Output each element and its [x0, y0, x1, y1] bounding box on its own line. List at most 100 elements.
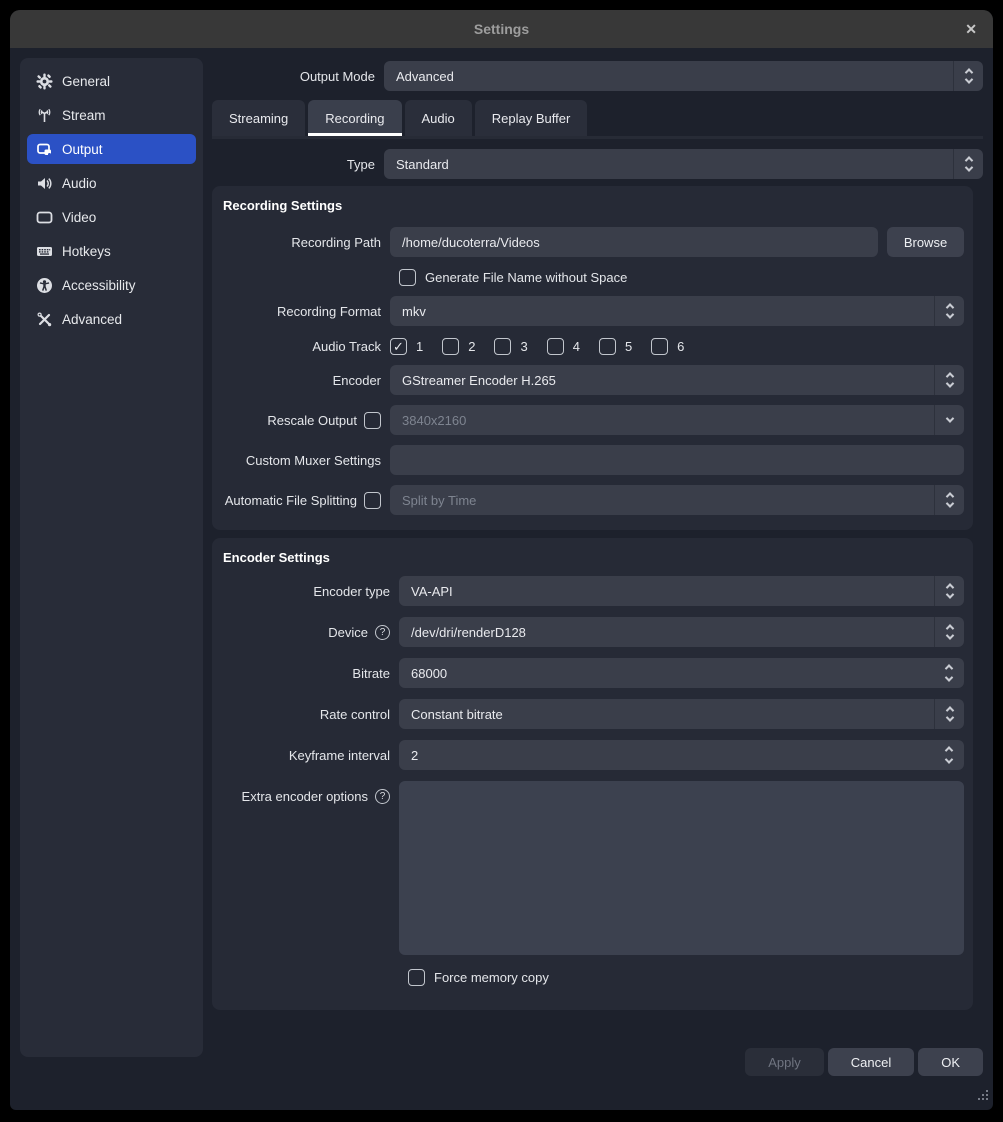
device-value: /dev/dri/renderD128 [399, 617, 934, 647]
encoder-label: Encoder [222, 373, 390, 388]
sidebar-item-advanced[interactable]: Advanced [27, 304, 196, 334]
checkbox-icon[interactable] [599, 338, 616, 355]
device-select[interactable]: /dev/dri/renderD128 [399, 617, 964, 647]
tab-audio[interactable]: Audio [405, 100, 472, 136]
auto-split-select[interactable]: Split by Time [390, 485, 964, 515]
gear-icon [36, 73, 53, 90]
output-tabs: Streaming Recording Audio Replay Buffer [212, 100, 983, 139]
generate-no-space-checkbox[interactable]: Generate File Name without Space [399, 269, 964, 286]
bitrate-spinner[interactable]: 68000 [399, 658, 964, 688]
audio-track-1-checkbox[interactable]: 1 [390, 338, 423, 355]
sidebar-item-general[interactable]: General [27, 66, 196, 96]
checkbox-icon[interactable] [442, 338, 459, 355]
output-mode-row: Output Mode Advanced [212, 61, 983, 91]
resize-grip[interactable] [976, 1089, 989, 1107]
keyboard-icon [36, 243, 53, 260]
type-value: Standard [384, 149, 953, 179]
speaker-icon [36, 175, 53, 192]
type-row: Type Standard [212, 149, 983, 179]
tab-pane-border [212, 136, 983, 139]
window-title: Settings [474, 21, 529, 37]
keyframe-interval-value: 2 [399, 748, 964, 763]
encoder-settings-title: Encoder Settings [222, 550, 964, 565]
output-icon [36, 141, 53, 158]
rescale-output-text: Rescale Output [267, 413, 357, 428]
rescale-output-select[interactable]: 3840x2160 [390, 405, 964, 435]
device-label: Device ? [222, 625, 399, 640]
extra-options-text: Extra encoder options [242, 789, 368, 804]
output-mode-select[interactable]: Advanced [384, 61, 983, 91]
recording-settings-panel: Recording Settings Recording Path Browse… [212, 186, 973, 530]
rescale-output-checkbox[interactable] [364, 412, 381, 429]
checkbox-icon[interactable] [390, 338, 407, 355]
type-select[interactable]: Standard [384, 149, 983, 179]
audio-track-number: 6 [677, 339, 684, 354]
tab-replay-buffer[interactable]: Replay Buffer [475, 100, 588, 136]
audio-track-6-checkbox[interactable]: 6 [651, 338, 684, 355]
auto-split-value: Split by Time [390, 485, 934, 515]
extra-options-textarea[interactable] [399, 781, 964, 955]
screen: Settings ✕ General Stream [0, 0, 1003, 1122]
keyframe-interval-spinner[interactable]: 2 [399, 740, 964, 770]
recording-settings-title: Recording Settings [222, 198, 964, 213]
auto-split-label: Automatic File Splitting [222, 492, 390, 509]
custom-muxer-input[interactable] [390, 445, 964, 475]
type-label: Type [212, 157, 384, 172]
auto-split-row: Automatic File Splitting Split by Time [222, 485, 964, 515]
checkbox-icon[interactable] [651, 338, 668, 355]
sidebar-item-hotkeys[interactable]: Hotkeys [27, 236, 196, 266]
recording-path-label: Recording Path [222, 235, 390, 250]
force-memory-copy-checkbox[interactable]: Force memory copy [408, 969, 964, 986]
auto-split-checkbox[interactable] [364, 492, 381, 509]
recording-format-select[interactable]: mkv [390, 296, 964, 326]
display-icon [36, 209, 53, 226]
close-icon[interactable]: ✕ [965, 22, 977, 36]
sidebar-item-label: Accessibility [62, 278, 136, 293]
apply-button[interactable]: Apply [745, 1048, 824, 1076]
title-bar[interactable]: Settings ✕ [10, 10, 993, 48]
extra-options-row: Extra encoder options ? [222, 781, 964, 955]
audio-track-5-checkbox[interactable]: 5 [599, 338, 632, 355]
help-icon[interactable]: ? [375, 789, 390, 804]
encoder-type-select[interactable]: VA-API [399, 576, 964, 606]
sidebar-item-audio[interactable]: Audio [27, 168, 196, 198]
custom-muxer-label: Custom Muxer Settings [222, 453, 390, 468]
sidebar-item-label: Video [62, 210, 96, 225]
rate-control-select[interactable]: Constant bitrate [399, 699, 964, 729]
recording-path-input[interactable] [390, 227, 878, 257]
chevron-updown-icon [934, 296, 964, 326]
tab-label: Audio [422, 111, 455, 126]
checkbox-icon[interactable] [494, 338, 511, 355]
custom-muxer-row: Custom Muxer Settings [222, 445, 964, 475]
audio-track-2-checkbox[interactable]: 2 [442, 338, 475, 355]
sidebar-item-label: Output [62, 142, 103, 157]
tab-recording[interactable]: Recording [308, 100, 401, 136]
checkbox-icon[interactable] [399, 269, 416, 286]
checkbox-icon[interactable] [408, 969, 425, 986]
bitrate-value: 68000 [399, 666, 964, 681]
checkbox-icon[interactable] [547, 338, 564, 355]
encoder-type-value: VA-API [399, 576, 934, 606]
ok-button[interactable]: OK [918, 1048, 983, 1076]
browse-button[interactable]: Browse [887, 227, 964, 257]
audio-track-4-checkbox[interactable]: 4 [547, 338, 580, 355]
rescale-output-value: 3840x2160 [390, 405, 934, 435]
sidebar-item-label: Hotkeys [62, 244, 111, 259]
keyframe-interval-label: Keyframe interval [222, 748, 399, 763]
help-icon[interactable]: ? [375, 625, 390, 640]
sidebar-item-label: General [62, 74, 110, 89]
audio-track-3-checkbox[interactable]: 3 [494, 338, 527, 355]
sidebar-item-output[interactable]: Output [27, 134, 196, 164]
encoder-select[interactable]: GStreamer Encoder H.265 [390, 365, 964, 395]
bitrate-label: Bitrate [222, 666, 399, 681]
cancel-button[interactable]: Cancel [828, 1048, 914, 1076]
recording-format-value: mkv [390, 296, 934, 326]
sidebar-item-stream[interactable]: Stream [27, 100, 196, 130]
audio-track-number: 2 [468, 339, 475, 354]
device-text: Device [328, 625, 368, 640]
encoder-row: Encoder GStreamer Encoder H.265 [222, 365, 964, 395]
chevron-down-icon [934, 405, 964, 435]
sidebar-item-video[interactable]: Video [27, 202, 196, 232]
sidebar-item-accessibility[interactable]: Accessibility [27, 270, 196, 300]
tab-streaming[interactable]: Streaming [212, 100, 305, 136]
